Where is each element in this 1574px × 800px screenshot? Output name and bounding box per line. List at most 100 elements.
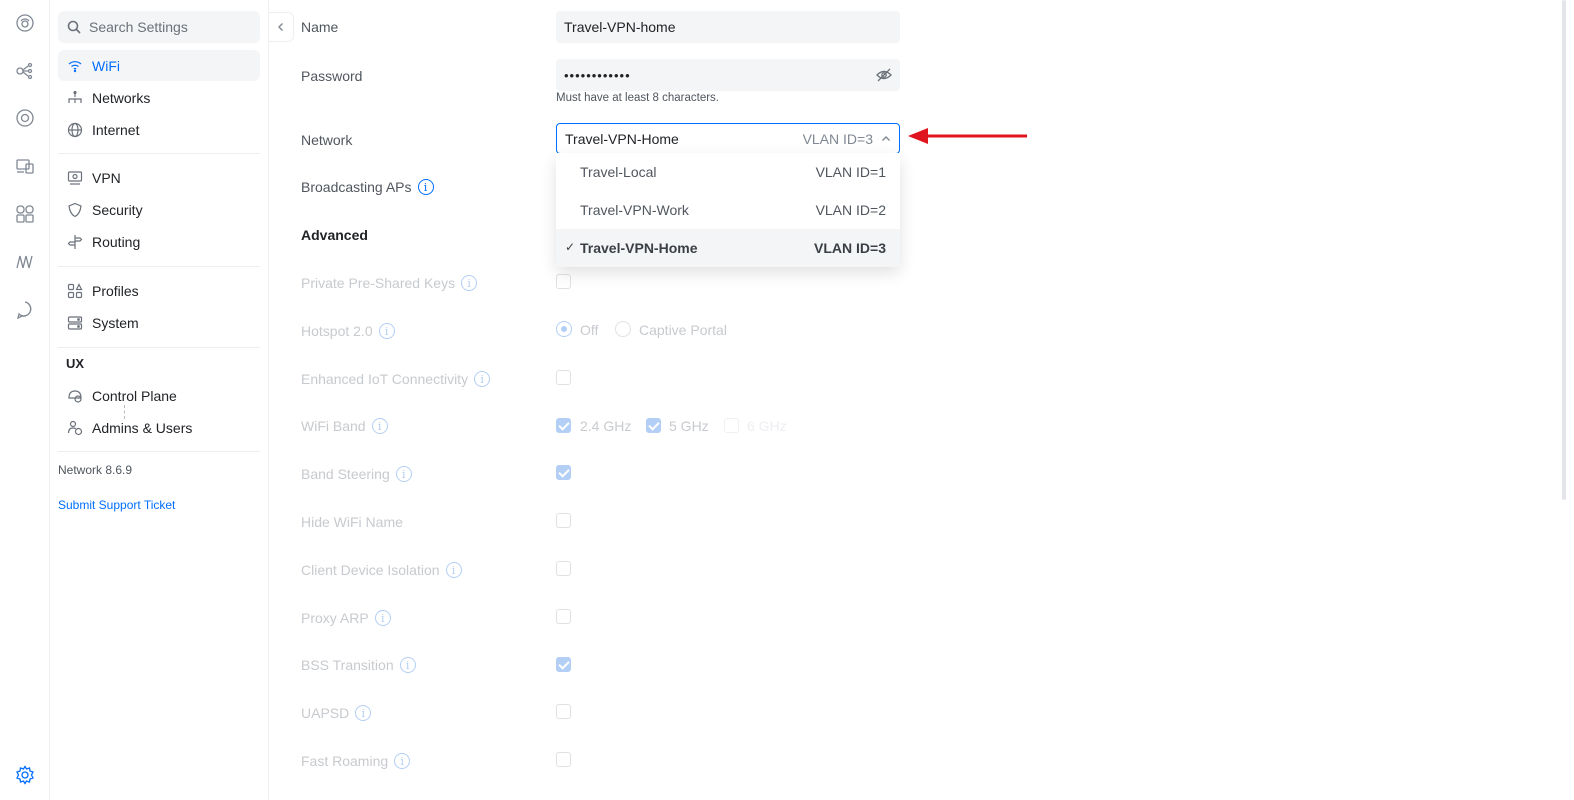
network-option-travel-vpn-home[interactable]: ✓ Travel-VPN-Home VLAN ID=3 [556, 229, 900, 267]
sidebar-item-label: Profiles [92, 282, 139, 299]
iot-checkbox[interactable] [556, 370, 571, 385]
chevron-left-icon [278, 23, 283, 31]
sidebar-item-label: Routing [92, 233, 141, 250]
unifi-devices-icon[interactable] [14, 107, 36, 129]
info-icon[interactable]: i [417, 179, 434, 195]
info-icon[interactable]: i [474, 371, 491, 387]
check-icon: ✓ [565, 240, 576, 254]
vpn-icon [67, 170, 83, 185]
app-version: Network 8.6.9 [58, 463, 133, 477]
sidebar-divider [58, 266, 260, 267]
sidebar-item-vpn[interactable]: VPN [58, 162, 260, 193]
settings-icon[interactable] [14, 764, 36, 786]
name-input[interactable]: Travel-VPN-home [556, 11, 900, 43]
client-isolation-text: Client Device Isolation [301, 562, 440, 578]
sidebar-item-label: Admins & Users [92, 419, 193, 436]
band-24-checkbox[interactable] [556, 418, 571, 433]
uapsd-label: UAPSD i [301, 705, 372, 721]
wifi-band-text: WiFi Band [301, 418, 366, 434]
sidebar-item-internet[interactable]: Internet [58, 114, 260, 145]
settings-sidebar: Search Settings WiFi Networks Internet V… [50, 0, 269, 800]
option-vlan: VLAN ID=3 [814, 240, 886, 256]
proxy-arp-checkbox[interactable] [556, 609, 571, 624]
sidebar-divider [58, 153, 260, 154]
bss-transition-checkbox[interactable] [556, 657, 571, 672]
info-icon[interactable]: i [374, 610, 391, 626]
hotspot-off-label: Off [580, 322, 599, 338]
routing-icon [67, 234, 83, 249]
sidebar-item-system[interactable]: System [58, 307, 260, 338]
shield-icon [68, 202, 82, 217]
name-label: Name [301, 19, 339, 35]
info-icon[interactable]: i [395, 466, 412, 482]
client-isolation-label: Client Device Isolation i [301, 562, 462, 578]
ports-icon[interactable] [14, 203, 36, 225]
client-isolation-checkbox[interactable] [556, 561, 571, 576]
hide-wifi-name-label: Hide WiFi Name [301, 514, 403, 530]
band-5-checkbox[interactable] [646, 418, 661, 433]
info-icon[interactable]: i [461, 275, 478, 291]
fast-roaming-checkbox[interactable] [556, 752, 571, 767]
info-icon[interactable]: i [378, 323, 395, 339]
private-psk-text: Private Pre-Shared Keys [301, 275, 456, 291]
proxy-arp-text: Proxy ARP [301, 610, 369, 626]
hotspot-off-radio[interactable] [556, 321, 572, 337]
globe-icon [67, 122, 83, 137]
band-steering-text: Band Steering [301, 466, 390, 482]
band-5-label: 5 GHz [669, 418, 709, 434]
submit-support-ticket-link[interactable]: Submit Support Ticket [58, 498, 175, 512]
sidebar-item-wifi[interactable]: WiFi [58, 50, 260, 81]
network-select[interactable]: Travel-VPN-Home VLAN ID=3 [556, 123, 900, 154]
bss-transition-label: BSS Transition i [301, 657, 416, 673]
captive-portal-radio[interactable] [615, 321, 631, 337]
password-label: Password [301, 68, 363, 84]
eye-off-icon[interactable] [876, 67, 892, 83]
dashboard-icon[interactable] [14, 12, 36, 34]
info-icon[interactable]: i [355, 705, 372, 721]
band-6-checkbox[interactable] [724, 418, 739, 433]
control-plane-icon [68, 389, 82, 403]
search-input[interactable]: Search Settings [58, 11, 260, 43]
uapsd-checkbox[interactable] [556, 704, 571, 719]
info-icon[interactable]: i [394, 753, 411, 769]
fast-roaming-label: Fast Roaming i [301, 753, 411, 769]
info-icon[interactable]: i [445, 562, 462, 578]
network-option-travel-vpn-work[interactable]: Travel-VPN-Work VLAN ID=2 [556, 191, 900, 229]
search-icon [67, 20, 81, 34]
alerts-icon[interactable] [14, 299, 36, 321]
topology-icon[interactable] [14, 60, 36, 82]
iot-text: Enhanced IoT Connectivity [301, 371, 469, 387]
insights-icon[interactable] [14, 251, 36, 273]
sidebar-item-label: Security [92, 201, 143, 218]
uapsd-text: UAPSD [301, 705, 350, 721]
chevron-up-icon [882, 135, 890, 141]
sidebar-item-networks[interactable]: Networks [58, 82, 260, 113]
scrollbar[interactable] [1562, 0, 1566, 500]
info-icon[interactable]: i [399, 657, 416, 673]
sidebar-item-label: VPN [92, 169, 121, 186]
band-steering-checkbox[interactable] [556, 465, 571, 480]
band-6-label: 6 GHz [747, 418, 787, 434]
icon-rail [0, 0, 50, 800]
private-psk-checkbox[interactable] [556, 274, 571, 289]
iot-connectivity-label: Enhanced IoT Connectivity i [301, 371, 491, 387]
sidebar-item-security[interactable]: Security [58, 194, 260, 225]
sidebar-item-routing[interactable]: Routing [58, 226, 260, 257]
network-select-vlan: VLAN ID=3 [802, 130, 873, 147]
sidebar-item-label: Networks [92, 89, 151, 106]
sidebar-item-label: System [92, 314, 139, 331]
network-option-travel-local[interactable]: Travel-Local VLAN ID=1 [556, 153, 900, 191]
password-input[interactable]: •••••••••••• [556, 59, 900, 91]
client-devices-icon[interactable] [14, 155, 36, 177]
network-label: Network [301, 132, 353, 148]
info-icon[interactable]: i [371, 418, 388, 434]
sidebar-item-admins[interactable]: Admins & Users [58, 412, 260, 443]
collapse-sidebar-button[interactable] [269, 12, 294, 42]
sidebar-item-profiles[interactable]: Profiles [58, 275, 260, 306]
sidebar-item-label: Internet [92, 121, 140, 138]
advanced-heading: Advanced [301, 227, 368, 243]
hide-wifi-name-checkbox[interactable] [556, 513, 571, 528]
band-24-label: 2.4 GHz [580, 418, 632, 434]
sidebar-item-control-plane[interactable]: Control Plane [58, 380, 260, 411]
search-placeholder: Search Settings [89, 19, 188, 35]
